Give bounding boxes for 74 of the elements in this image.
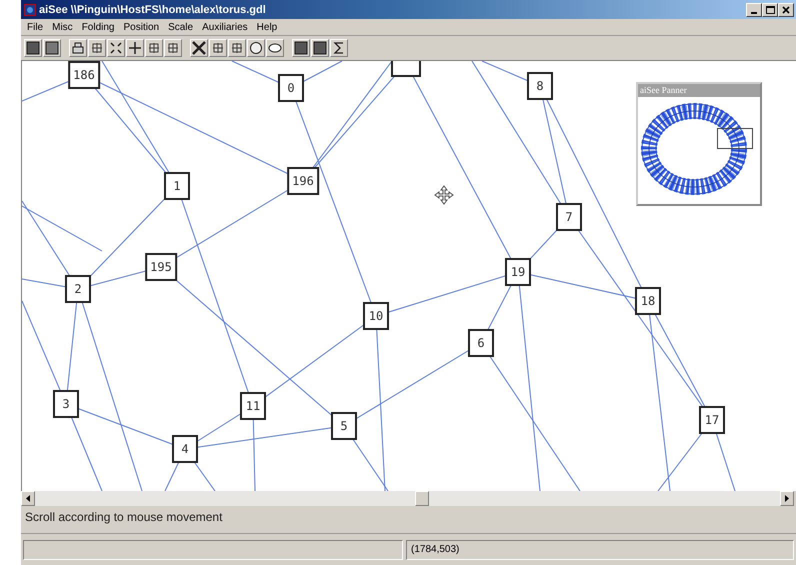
grid-icon <box>109 41 123 55</box>
tool-icon <box>166 41 180 55</box>
scroll-right-button[interactable] <box>780 491 794 506</box>
app-icon <box>24 4 36 16</box>
toolbar-button[interactable] <box>311 39 329 57</box>
menu-item[interactable]: Auxiliaries <box>202 22 248 32</box>
graph-node[interactable]: 195 <box>145 253 177 281</box>
toolbar-button[interactable] <box>292 39 310 57</box>
toolbar-button[interactable] <box>209 39 227 57</box>
menu-item[interactable]: Help <box>256 22 278 32</box>
graph-node[interactable]: 7 <box>556 203 582 231</box>
toolbar-button[interactable] <box>145 39 163 57</box>
graph-node[interactable]: 10 <box>363 302 389 330</box>
toolbar-button[interactable] <box>107 39 125 57</box>
eye-icon <box>268 41 282 55</box>
tool-icon <box>230 41 244 55</box>
toolbar-button[interactable] <box>190 39 208 57</box>
graph-node[interactable]: 8 <box>527 72 553 100</box>
menu-item[interactable]: Misc <box>52 22 73 32</box>
graph-node[interactable]: 19 <box>505 258 531 286</box>
tool-icon <box>313 41 327 55</box>
panner-title: aiSee Panner <box>638 84 760 97</box>
printer-icon <box>71 41 85 55</box>
toolbar-button[interactable] <box>247 39 265 57</box>
close-icon <box>782 6 790 14</box>
minimize-button[interactable] <box>746 2 762 16</box>
graph-node[interactable]: 3 <box>53 390 79 418</box>
graph-node[interactable]: 186 <box>68 61 100 89</box>
tool-icon <box>90 41 104 55</box>
graph-node[interactable]: 17 <box>699 406 725 434</box>
plus-icon <box>128 41 142 55</box>
menu-item[interactable]: Scale <box>168 22 194 32</box>
maximize-icon <box>766 6 774 14</box>
toolbar-button[interactable] <box>266 39 284 57</box>
close-button[interactable] <box>778 2 794 16</box>
graph-node[interactable]: 4 <box>172 435 198 463</box>
tool-icon <box>294 41 308 55</box>
graph-node[interactable]: 5 <box>331 412 357 440</box>
coordinates-text: (1784,503) <box>411 544 460 555</box>
tool-icon <box>249 41 263 55</box>
toolbar-button[interactable] <box>228 39 246 57</box>
graph-node[interactable]: 196 <box>287 167 319 195</box>
window-title: aiSee \\Pinguin\HostFS\home\alex\torus.gdl <box>39 4 267 16</box>
left-arrow-icon <box>26 495 30 502</box>
graph-node[interactable]: 1 <box>164 172 190 200</box>
tool-icon <box>192 41 206 55</box>
tool-icon <box>26 41 40 55</box>
toolbar-button[interactable] <box>69 39 87 57</box>
menu-item[interactable]: Position <box>124 22 160 32</box>
toolbar-button[interactable] <box>330 39 348 57</box>
tool-icon <box>211 41 225 55</box>
graph-node[interactable]: 2 <box>65 275 91 303</box>
toolbar-button[interactable] <box>164 39 182 57</box>
graph-node[interactable]: 11 <box>240 392 266 420</box>
toolbar-button[interactable] <box>88 39 106 57</box>
tool-icon <box>45 41 59 55</box>
toolbar-button[interactable] <box>126 39 144 57</box>
status-message: Scroll according to mouse movement <box>25 510 222 524</box>
graph-node[interactable]: 0 <box>278 74 304 102</box>
menu-item[interactable]: File <box>27 22 44 32</box>
viewport-frame[interactable] <box>717 128 753 149</box>
tool-icon <box>147 41 161 55</box>
sigma-icon <box>332 41 346 55</box>
right-arrow-icon <box>785 495 789 502</box>
maximize-button[interactable] <box>762 2 778 16</box>
move-cursor-icon <box>434 185 454 205</box>
minimize-icon <box>751 12 757 14</box>
graph-node[interactable]: 18 <box>635 287 661 315</box>
graph-node[interactable]: 6 <box>468 329 494 357</box>
scroll-left-button[interactable] <box>21 491 35 506</box>
toolbar-button[interactable] <box>24 39 42 57</box>
toolbar-button[interactable] <box>43 39 61 57</box>
scroll-thumb[interactable] <box>415 491 429 506</box>
menu-item[interactable]: Folding <box>82 22 114 32</box>
